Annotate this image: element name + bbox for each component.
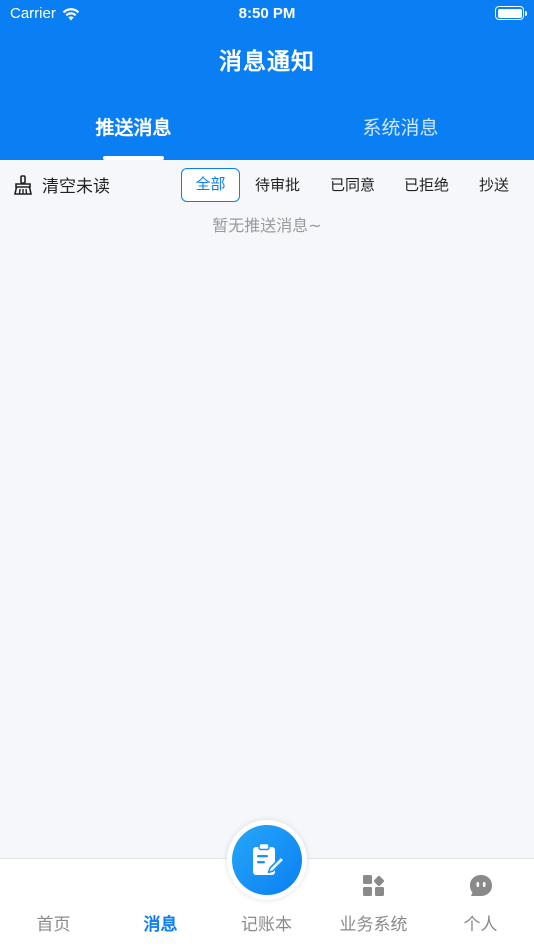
message-tabs: 推送消息 系统消息 <box>0 112 534 160</box>
tabbar-label-home: 首页 <box>36 915 71 935</box>
tabbar-item-business[interactable]: 业务系统 <box>320 859 427 950</box>
fab-circle <box>232 825 302 895</box>
filter-bar: 清空未读 全部 待审批 已同意 已拒绝 抄送 <box>0 160 534 212</box>
broom-icon <box>14 174 32 195</box>
tabbar-item-home[interactable]: 首页 <box>0 859 107 950</box>
tab-system-messages[interactable]: 系统消息 <box>267 112 534 160</box>
filter-chip-approved[interactable]: 已同意 <box>325 168 380 202</box>
clock: 8:50 PM <box>238 5 296 22</box>
tabbar-label-ledger: 记账本 <box>241 915 292 935</box>
battery-icon <box>495 6 527 20</box>
tabbar-item-personal[interactable]: 个人 <box>427 859 534 950</box>
filter-chip-rejected[interactable]: 已拒绝 <box>399 168 454 202</box>
status-bar: Carrier 8:50 PM <box>0 0 534 30</box>
tabbar-label-messages: 消息 <box>143 915 178 935</box>
clear-unread-label: 清空未读 <box>42 177 110 197</box>
tabbar-label-business: 业务系统 <box>339 915 408 935</box>
clear-unread-button[interactable]: 清空未读 <box>12 172 110 197</box>
chat-face-icon <box>470 875 492 896</box>
empty-state-message: 暂无推送消息~ <box>212 216 322 235</box>
app-header: Carrier 8:50 PM 消息通知 推送消息 系统消息 <box>0 0 534 160</box>
filter-chip-all[interactable]: 全部 <box>181 168 240 202</box>
page-title: 消息通知 <box>219 49 315 75</box>
ledger-fab-button[interactable] <box>227 820 307 900</box>
clipboard-edit-icon <box>253 842 284 875</box>
apps-grid-icon <box>363 875 385 896</box>
tabbar-item-messages[interactable]: 消息 <box>107 859 214 950</box>
tabbar-label-personal: 个人 <box>463 915 498 935</box>
filter-chip-pending[interactable]: 待审批 <box>250 168 305 202</box>
tab-push-messages[interactable]: 推送消息 <box>0 112 267 160</box>
filter-chip-cc[interactable]: 抄送 <box>474 168 514 202</box>
